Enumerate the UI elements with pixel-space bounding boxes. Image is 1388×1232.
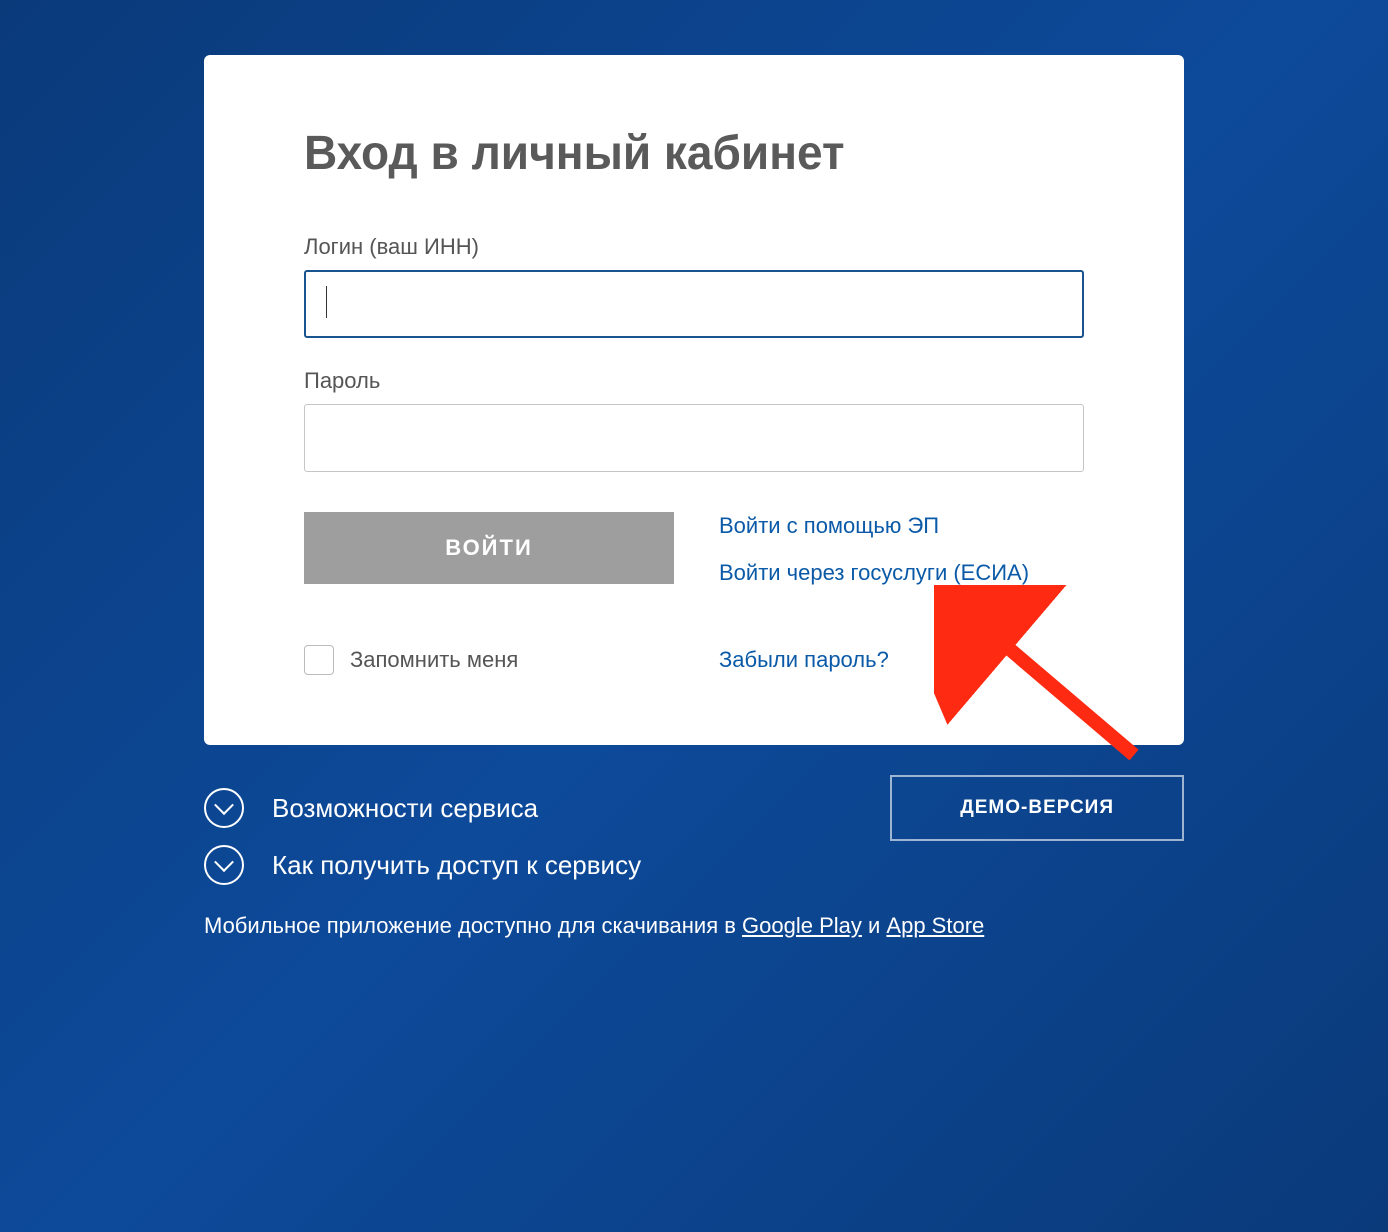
capabilities-label: Возможности сервиса <box>272 793 538 824</box>
remember-label: Запомнить меня <box>350 647 518 673</box>
chevron-down-icon <box>204 845 244 885</box>
howto-label: Как получить доступ к сервису <box>272 850 641 881</box>
login-button[interactable]: ВОЙТИ <box>304 512 674 584</box>
login-ep-link[interactable]: Войти с помощью ЭП <box>719 512 1029 541</box>
remember-checkbox[interactable] <box>304 645 334 675</box>
capabilities-toggle[interactable]: Возможности сервиса <box>204 788 538 828</box>
login-card: Вход в личный кабинет Логин (ваш ИНН) Па… <box>204 55 1184 745</box>
page-title: Вход в личный кабинет <box>304 124 1084 181</box>
forgot-password-link[interactable]: Забыли пароль? <box>719 647 889 673</box>
arrow-icon <box>934 585 1154 775</box>
app-store-link[interactable]: App Store <box>886 913 984 938</box>
app-prefix: Мобильное приложение доступно для скачив… <box>204 913 742 938</box>
chevron-down-icon <box>204 788 244 828</box>
app-and: и <box>862 913 887 938</box>
password-input[interactable] <box>304 404 1084 472</box>
login-field-group: Логин (ваш ИНН) <box>304 234 1084 338</box>
google-play-link[interactable]: Google Play <box>742 913 862 938</box>
howto-toggle[interactable]: Как получить доступ к сервису <box>204 845 641 885</box>
demo-button[interactable]: ДЕМО-ВЕРСИЯ <box>890 775 1184 841</box>
login-input[interactable] <box>304 270 1084 338</box>
password-field-group: Пароль <box>304 368 1084 472</box>
login-esia-link[interactable]: Войти через госуслуги (ЕСИА) <box>719 559 1029 588</box>
login-label: Логин (ваш ИНН) <box>304 234 1084 260</box>
text-caret <box>326 286 327 318</box>
password-label: Пароль <box>304 368 1084 394</box>
mobile-app-text: Мобильное приложение доступно для скачив… <box>204 913 1184 939</box>
